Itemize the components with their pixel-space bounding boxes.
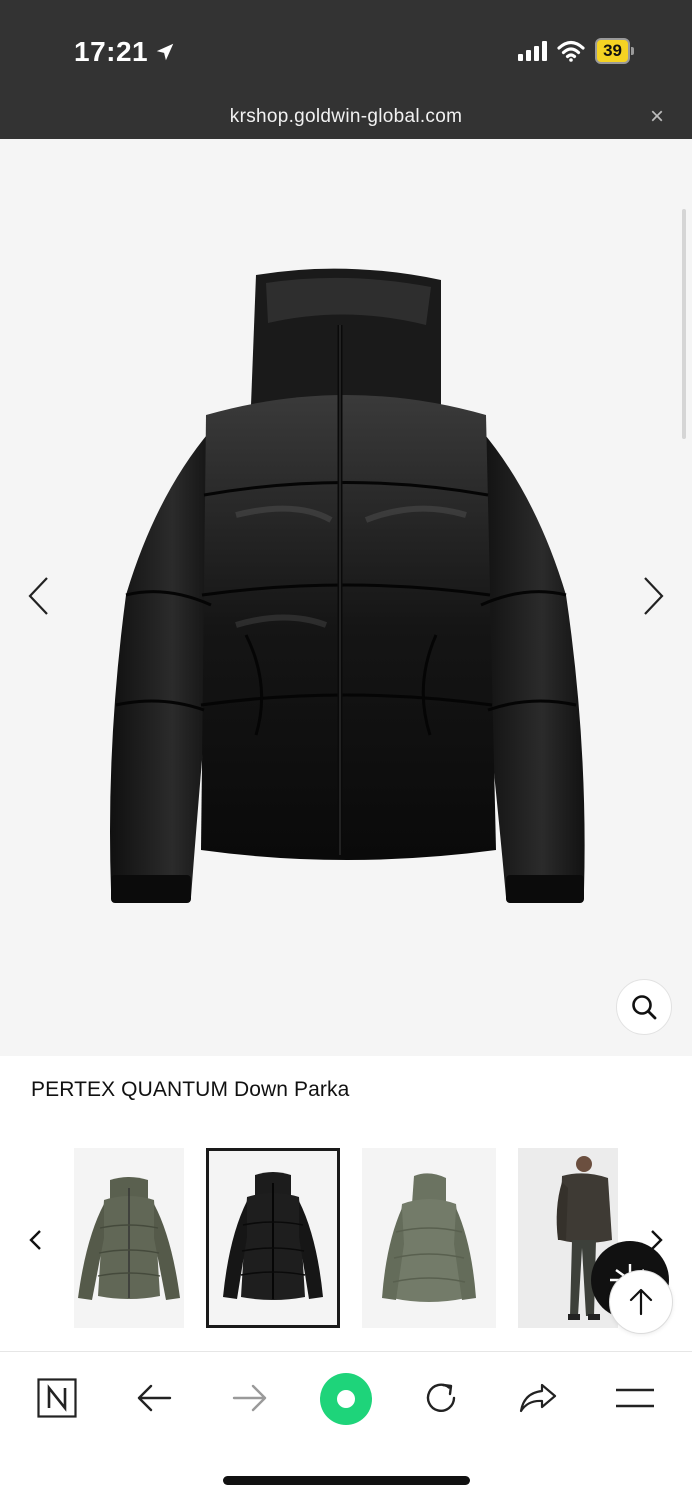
wifi-icon: [557, 40, 585, 62]
green-dot-button[interactable]: [318, 1371, 374, 1427]
magnifier-icon: [632, 995, 657, 1020]
naver-home-button[interactable]: [29, 1376, 85, 1420]
thumbnail-image: [78, 1177, 180, 1300]
image-next-button[interactable]: [634, 571, 674, 621]
back-to-top-button[interactable]: [609, 1270, 673, 1334]
thumbnail-prev-button[interactable]: [22, 1220, 48, 1260]
forward-arrow-icon: [232, 1384, 267, 1412]
forward-button[interactable]: [222, 1376, 278, 1420]
thumbnail-image: [382, 1173, 476, 1302]
arrow-up-icon: [629, 1288, 653, 1316]
share-button[interactable]: [510, 1376, 566, 1420]
browser-header: 17:21 39 krshop.goldwin-global.com ×: [0, 0, 692, 139]
browser-toolbar: [0, 1351, 692, 1500]
url-text[interactable]: krshop.goldwin-global.com: [0, 106, 692, 128]
thumbnail-carousel: [0, 1148, 692, 1330]
thumbnail-image: [223, 1172, 323, 1300]
reload-button[interactable]: [413, 1376, 469, 1420]
menu-button[interactable]: [607, 1376, 663, 1420]
close-icon[interactable]: ×: [650, 104, 664, 130]
reload-icon: [426, 1383, 456, 1412]
back-button[interactable]: [126, 1376, 182, 1420]
status-time: 17:21: [74, 36, 176, 68]
cellular-signal-icon: [518, 41, 548, 61]
product-image: [110, 268, 585, 903]
product-image-area: [0, 139, 692, 1056]
image-prev-button[interactable]: [18, 571, 58, 621]
chevron-left-icon: [29, 1230, 41, 1250]
thumbnail-black-selected[interactable]: [206, 1148, 340, 1328]
scrollbar[interactable]: [682, 209, 686, 439]
product-title: PERTEX QUANTUM Down Parka: [31, 1078, 350, 1101]
chevron-left-icon: [28, 577, 48, 615]
battery-icon: 39: [595, 38, 634, 64]
share-icon: [519, 1383, 557, 1413]
zoom-button[interactable]: [616, 979, 672, 1035]
chevron-right-icon: [644, 577, 664, 615]
thumbnail-olive[interactable]: [74, 1148, 184, 1328]
home-indicator[interactable]: [223, 1476, 470, 1485]
back-arrow-icon: [137, 1384, 172, 1412]
location-arrow-icon: [156, 43, 174, 61]
naver-icon: [37, 1378, 77, 1418]
green-dot-icon: [320, 1373, 372, 1425]
system-indicators: 39: [518, 38, 634, 64]
menu-icon: [616, 1388, 654, 1408]
thumbnail-olive-back[interactable]: [362, 1148, 496, 1328]
time-text: 17:21: [74, 36, 149, 67]
battery-level: 39: [595, 38, 630, 64]
